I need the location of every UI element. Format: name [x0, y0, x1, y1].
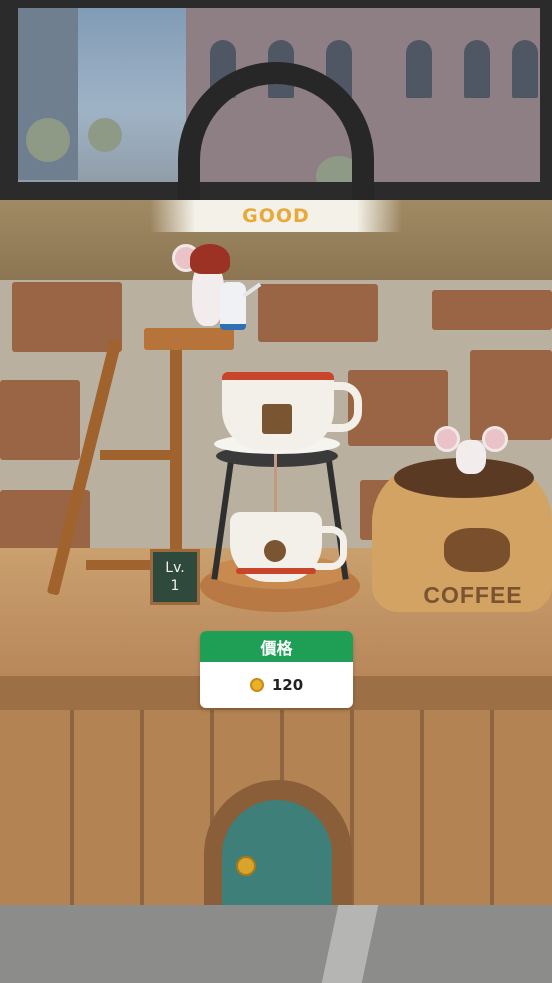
sack-label: COFFEE	[423, 581, 523, 608]
brick	[432, 290, 552, 330]
price-title: 價格	[200, 631, 353, 662]
counter-plank-line	[140, 710, 144, 905]
mouse-door[interactable]	[222, 800, 332, 905]
mouse-ear	[482, 426, 508, 452]
price-card: 價格 120	[200, 631, 353, 708]
coffee-bean-icon	[444, 528, 510, 572]
brick	[348, 370, 448, 446]
building-window	[464, 40, 490, 98]
coin-icon	[249, 678, 264, 692]
rating-banner: GOOD	[150, 200, 402, 232]
rating-label: GOOD	[242, 205, 310, 227]
tree	[88, 118, 122, 152]
counter-plank-line	[420, 710, 424, 905]
brick	[0, 380, 80, 460]
floor	[0, 905, 552, 983]
brick	[470, 350, 552, 440]
counter-plank-line	[490, 710, 494, 905]
building-window	[406, 40, 432, 98]
window-frame	[0, 0, 18, 200]
counter-plank-line	[70, 710, 74, 905]
helper-mouse[interactable]	[456, 440, 486, 474]
window-frame	[0, 0, 552, 8]
door-knob-icon	[236, 856, 256, 876]
price-value-row: 120	[200, 662, 353, 708]
brick	[12, 282, 122, 352]
brick	[258, 284, 378, 342]
window-frame	[540, 0, 552, 200]
price-amount: 120	[271, 676, 304, 694]
coffee-drip	[274, 452, 277, 514]
dripper-handle	[318, 382, 362, 432]
building-window	[512, 40, 538, 98]
level-sign[interactable]: Lv. 1	[150, 549, 200, 605]
level-sign-label: Lv.	[165, 560, 185, 576]
cup-stripe	[236, 568, 316, 574]
coffee-logo-icon	[262, 404, 292, 434]
ladder-platform	[144, 328, 234, 350]
kettle-icon	[220, 282, 246, 330]
level-sign-value: 1	[170, 578, 180, 594]
cup-handle	[312, 526, 347, 570]
tree	[26, 118, 70, 162]
chef-hat-icon	[190, 244, 230, 274]
ladder-rung	[100, 450, 172, 460]
coffee-logo-icon	[264, 540, 286, 562]
